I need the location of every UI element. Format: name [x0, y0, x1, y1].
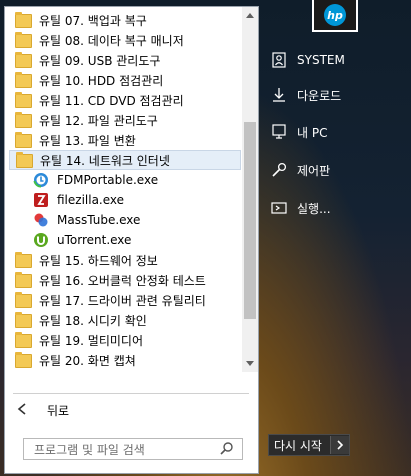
folder-icon	[16, 152, 33, 168]
wrench-icon	[270, 161, 288, 179]
item-label: 유틸 07. 백업과 복구	[39, 13, 147, 28]
filezilla-icon	[33, 192, 49, 208]
app-item-fdmportable[interactable]: FDMPortable.exe	[9, 170, 241, 190]
app-item-masstube[interactable]: MassTube.exe	[9, 210, 241, 230]
folder-icon	[15, 52, 32, 68]
item-label: FDMPortable.exe	[57, 173, 159, 187]
run-icon	[270, 199, 288, 217]
folder-icon	[15, 112, 32, 128]
search-icon[interactable]	[220, 441, 238, 458]
item-label: 유틸 18. 시디키 확인	[39, 313, 147, 328]
folder-item-utility-19[interactable]: 유틸 19. 멀티미디어	[9, 330, 241, 350]
folder-item-utility-17[interactable]: 유틸 17. 드라이버 관련 유틸리티	[9, 290, 241, 310]
item-label: 유틸 12. 파일 관리도구	[39, 113, 158, 128]
item-label: 유틸 16. 오버클럭 안정화 테스트	[39, 273, 206, 288]
user-icon	[270, 51, 288, 69]
folder-item-utility-15[interactable]: 유틸 15. 하드웨어 정보	[9, 250, 241, 270]
folder-icon	[15, 132, 32, 148]
computer-icon	[270, 123, 288, 141]
scroll-down-button[interactable]	[242, 356, 258, 372]
folder-item-utility-08[interactable]: 유틸 08. 데이타 복구 매니저	[9, 30, 241, 50]
item-label: 유틸 09. USB 관리도구	[39, 53, 161, 68]
folder-item-utility-13[interactable]: 유틸 13. 파일 변환	[9, 130, 241, 150]
vertical-scrollbar[interactable]	[242, 7, 258, 372]
item-label: filezilla.exe	[57, 193, 125, 207]
item-label: 유틸 19. 멀티미디어	[39, 333, 143, 348]
fdm-icon	[33, 172, 49, 188]
app-item-utorrent[interactable]: uTorrent.exe	[9, 230, 241, 250]
download-icon	[270, 86, 288, 104]
folder-icon	[15, 32, 32, 48]
folder-item-utility-12[interactable]: 유틸 12. 파일 관리도구	[9, 110, 241, 130]
folder-item-utility-10[interactable]: 유틸 10. HDD 점검관리	[9, 70, 241, 90]
right-item-label: 내 PC	[297, 125, 328, 140]
right-item-label: 실행...	[297, 201, 331, 216]
folder-icon	[15, 292, 32, 308]
item-label: 유틸 10. HDD 점검관리	[39, 73, 164, 88]
right-item-this-pc[interactable]: 내 PC	[270, 120, 327, 144]
right-item-control-panel[interactable]: 제어판	[270, 158, 330, 182]
folder-item-utility-20[interactable]: 유틸 20. 화면 캡쳐	[9, 350, 241, 370]
chevron-up-icon	[246, 13, 254, 18]
folder-icon	[15, 352, 32, 368]
folder-icon	[15, 12, 32, 28]
folder-icon	[15, 72, 32, 88]
masstube-icon	[33, 212, 49, 228]
item-label: 유틸 11. CD DVD 점검관리	[39, 93, 184, 108]
right-item-run[interactable]: 실행...	[270, 196, 331, 220]
search-input[interactable]: 프로그램 및 파일 검색	[34, 441, 220, 458]
item-label: uTorrent.exe	[57, 233, 132, 247]
svg-text:hp: hp	[327, 9, 343, 22]
power-options-arrow-button[interactable]	[329, 436, 349, 454]
folder-icon	[15, 252, 32, 268]
start-menu-panel: 유틸 07. 백업과 복구 유틸 08. 데이타 복구 매니저 유틸 09. U…	[4, 6, 259, 474]
restart-button[interactable]: 다시 시작	[269, 437, 330, 454]
search-box[interactable]: 프로그램 및 파일 검색	[23, 438, 243, 460]
item-label: MassTube.exe	[57, 213, 141, 227]
folder-icon	[15, 92, 32, 108]
folder-item-utility-16[interactable]: 유틸 16. 오버클럭 안정화 테스트	[9, 270, 241, 290]
item-label: 유틸 14. 네트워크 인터넷	[40, 153, 170, 168]
folder-icon	[15, 332, 32, 348]
user-picture[interactable]: hp	[312, 0, 358, 32]
item-label: 유틸 20. 화면 캡쳐	[39, 353, 136, 368]
right-item-label: 다운로드	[297, 88, 342, 103]
chevron-left-icon	[17, 402, 35, 418]
right-item-system[interactable]: SYSTEM	[270, 48, 345, 72]
scroll-up-button[interactable]	[242, 7, 258, 23]
chevron-down-icon	[246, 361, 254, 366]
restart-button-group: 다시 시작	[268, 434, 350, 456]
item-label: 유틸 17. 드라이버 관련 유틸리티	[39, 293, 206, 308]
item-label: 유틸 08. 데이타 복구 매니저	[39, 33, 184, 48]
item-label: 유틸 13. 파일 변환	[39, 133, 136, 148]
right-item-label: 제어판	[297, 163, 331, 178]
hp-logo-icon: hp	[324, 4, 346, 26]
scrollbar-thumb[interactable]	[244, 122, 256, 319]
menu-divider	[13, 393, 249, 394]
app-item-filezilla[interactable]: filezilla.exe	[9, 190, 241, 210]
right-item-label: SYSTEM	[297, 53, 345, 67]
folder-item-utility-18[interactable]: 유틸 18. 시디키 확인	[9, 310, 241, 330]
folder-item-utility-11[interactable]: 유틸 11. CD DVD 점검관리	[9, 90, 241, 110]
chevron-right-icon	[337, 440, 344, 450]
back-label: 뒤로	[47, 403, 70, 418]
folder-icon	[15, 272, 32, 288]
folder-icon	[15, 312, 32, 328]
back-button[interactable]: 뒤로	[11, 397, 251, 423]
utorrent-icon	[33, 232, 49, 248]
right-item-downloads[interactable]: 다운로드	[270, 83, 341, 107]
folder-item-utility-07[interactable]: 유틸 07. 백업과 복구	[9, 10, 241, 30]
folder-item-utility-14-network[interactable]: 유틸 14. 네트워크 인터넷	[9, 150, 241, 170]
program-list: 유틸 07. 백업과 복구 유틸 08. 데이타 복구 매니저 유틸 09. U…	[5, 7, 242, 372]
folder-item-utility-09[interactable]: 유틸 09. USB 관리도구	[9, 50, 241, 70]
item-label: 유틸 15. 하드웨어 정보	[39, 253, 158, 268]
